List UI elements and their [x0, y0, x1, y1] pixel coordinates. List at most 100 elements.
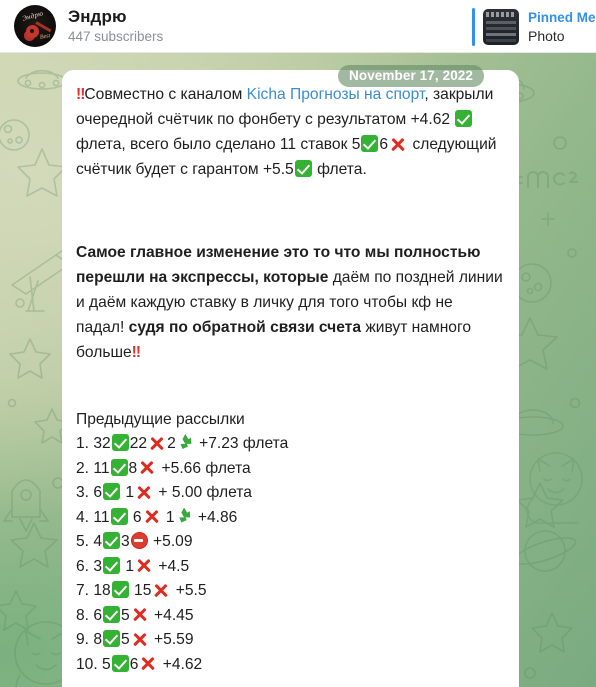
list-item-number: 2. — [76, 459, 94, 477]
list-item-wins: 5 — [102, 655, 111, 673]
avatar-label-top: Эндрю — [21, 9, 45, 23]
list-item-number: 5. — [76, 533, 94, 550]
list-item: 4. 11 6 1 +4.86 — [76, 506, 505, 531]
avatar-label-bottom: Best — [39, 33, 51, 41]
list-item-losses: 6 — [128, 508, 142, 526]
message-paragraph-1: ‼Совместно с каналом Kicha Прогнозы на с… — [76, 82, 505, 182]
list-item-number: 4. — [76, 508, 94, 526]
cross-mark-icon — [138, 459, 156, 477]
list-item-number: 1. — [76, 435, 94, 452]
list-item: 7. 18 15 +5.5 — [76, 579, 505, 604]
para2-bold-2: судя по обратной связи счета — [128, 319, 366, 336]
list-item: 5. 4 3 +5.09 — [76, 530, 505, 555]
list-item-losses: 22 — [129, 435, 148, 452]
cross-mark-icon — [139, 655, 157, 673]
pinned-thumbnail-icon — [483, 9, 519, 45]
para1-text-6: флета. — [312, 161, 367, 178]
list-item-losses: 15 — [129, 582, 152, 599]
cross-mark-icon — [148, 434, 166, 452]
list-item-losses: 5 — [121, 631, 130, 648]
list-item-wins: 11 — [93, 508, 110, 526]
pinned-subtitle: Photo — [528, 27, 565, 44]
guitar-soundhole-icon — [30, 29, 34, 33]
list-item-result: +4.45 — [149, 606, 194, 624]
previous-results-list: 1. 32 22 2 +7.23 флета 2. 11 8 +5.66 флета 3.… — [76, 432, 505, 677]
list-item: 6. 3 1 +4.5 — [76, 555, 505, 580]
check-mark-icon — [103, 630, 121, 647]
channel-header: Эндрю Best Эндрю 447 subscribers Pinned … — [0, 0, 596, 53]
list-item-losses: 1 — [121, 484, 135, 501]
channel-meta[interactable]: Эндрю 447 subscribers — [68, 7, 163, 45]
double-exclamation-icon: ‼ — [131, 344, 141, 361]
pinned-accent-bar — [472, 8, 475, 46]
cross-mark-icon — [131, 630, 149, 648]
pinned-message-bar[interactable]: Pinned Mes Photo — [472, 7, 596, 47]
check-mark-icon — [294, 160, 312, 177]
pinned-title: Pinned Mes — [528, 9, 596, 25]
list-item-result: +5.59 — [149, 631, 194, 648]
check-mark-icon — [111, 654, 129, 672]
list-item-losses: 6 — [129, 655, 139, 673]
list-item: 9. 8 5 +5.59 — [76, 628, 505, 653]
cross-mark-icon — [152, 581, 170, 599]
check-mark-icon — [110, 458, 128, 476]
pinned-texts: Pinned Mes Photo — [528, 9, 596, 46]
list-item-result: +4.62 — [158, 655, 203, 673]
list-item: 3. 6 1 + 5.00 флета — [76, 481, 505, 506]
check-mark-icon — [361, 135, 379, 152]
list-item-wins: 8 — [93, 631, 103, 648]
list-item-number: 6. — [76, 557, 94, 575]
list-item-number: 7. — [76, 582, 94, 599]
list-item-result: +5.66 флета — [157, 459, 251, 477]
list-item: 10. 56 +4.62 — [76, 653, 505, 678]
list-item: 1. 32 22 2 +7.23 флета — [76, 432, 505, 457]
check-mark-icon — [455, 110, 473, 127]
list-item-losses: 3 — [121, 533, 130, 550]
cross-mark-icon — [135, 557, 153, 575]
list-item-wins: 6 — [93, 484, 103, 501]
channel-link[interactable]: Kicha Прогнозы на спорт — [247, 86, 425, 103]
check-mark-icon — [111, 434, 129, 451]
check-mark-icon — [103, 483, 121, 500]
check-mark-icon — [103, 556, 121, 574]
check-mark-icon — [111, 581, 129, 598]
list-item-number: 8. — [76, 606, 94, 624]
cross-mark-icon — [131, 606, 149, 624]
list-item-losses: 1 — [121, 557, 135, 575]
list-item-result: +4.5 — [154, 557, 190, 575]
check-mark-icon — [110, 507, 128, 525]
para1-text-4: 6 — [379, 136, 389, 153]
list-item: 8. 65 +4.45 — [76, 604, 505, 629]
list-item-returns: 1 — [161, 508, 175, 526]
list-item-number: 9. — [76, 631, 94, 648]
cross-mark-icon — [143, 508, 161, 526]
list-item-result: +5.5 — [171, 582, 207, 599]
check-mark-icon — [103, 605, 121, 623]
list-item-losses: 5 — [121, 606, 130, 624]
list-item-wins: 6 — [93, 606, 103, 624]
list-item-wins: 4 — [93, 533, 103, 550]
recycle-icon — [180, 434, 192, 449]
list-item-wins: 11 — [93, 459, 110, 477]
avatar[interactable]: Эндрю Best — [14, 5, 56, 47]
list-item-result: +7.23 флета — [194, 435, 289, 452]
no-entry-icon — [130, 532, 148, 549]
list-item-result: +4.86 — [193, 508, 238, 526]
list-item-wins: 32 — [93, 435, 111, 452]
channel-title: Эндрю — [68, 7, 127, 26]
message-bubble[interactable]: ‼ Совместно с каналом Kicha Прогнозы на с… — [62, 70, 519, 687]
check-mark-icon — [103, 532, 121, 549]
date-badge: November 17, 2022 — [338, 65, 485, 87]
list-item-result: +5.09 — [148, 533, 193, 550]
message-paragraph-2: Самое главное изменение это то что мы по… — [76, 240, 505, 365]
list-item: 2. 11 8 +5.66 флета — [76, 457, 505, 482]
cross-mark-icon — [135, 483, 153, 501]
recycle-icon — [179, 507, 191, 523]
para1-text-1: Совместно с каналом — [84, 86, 247, 103]
subscriber-count: 447 subscribers — [68, 29, 164, 44]
list-item-result: + 5.00 флета — [154, 484, 252, 501]
list-item-returns: 2 — [167, 435, 176, 452]
